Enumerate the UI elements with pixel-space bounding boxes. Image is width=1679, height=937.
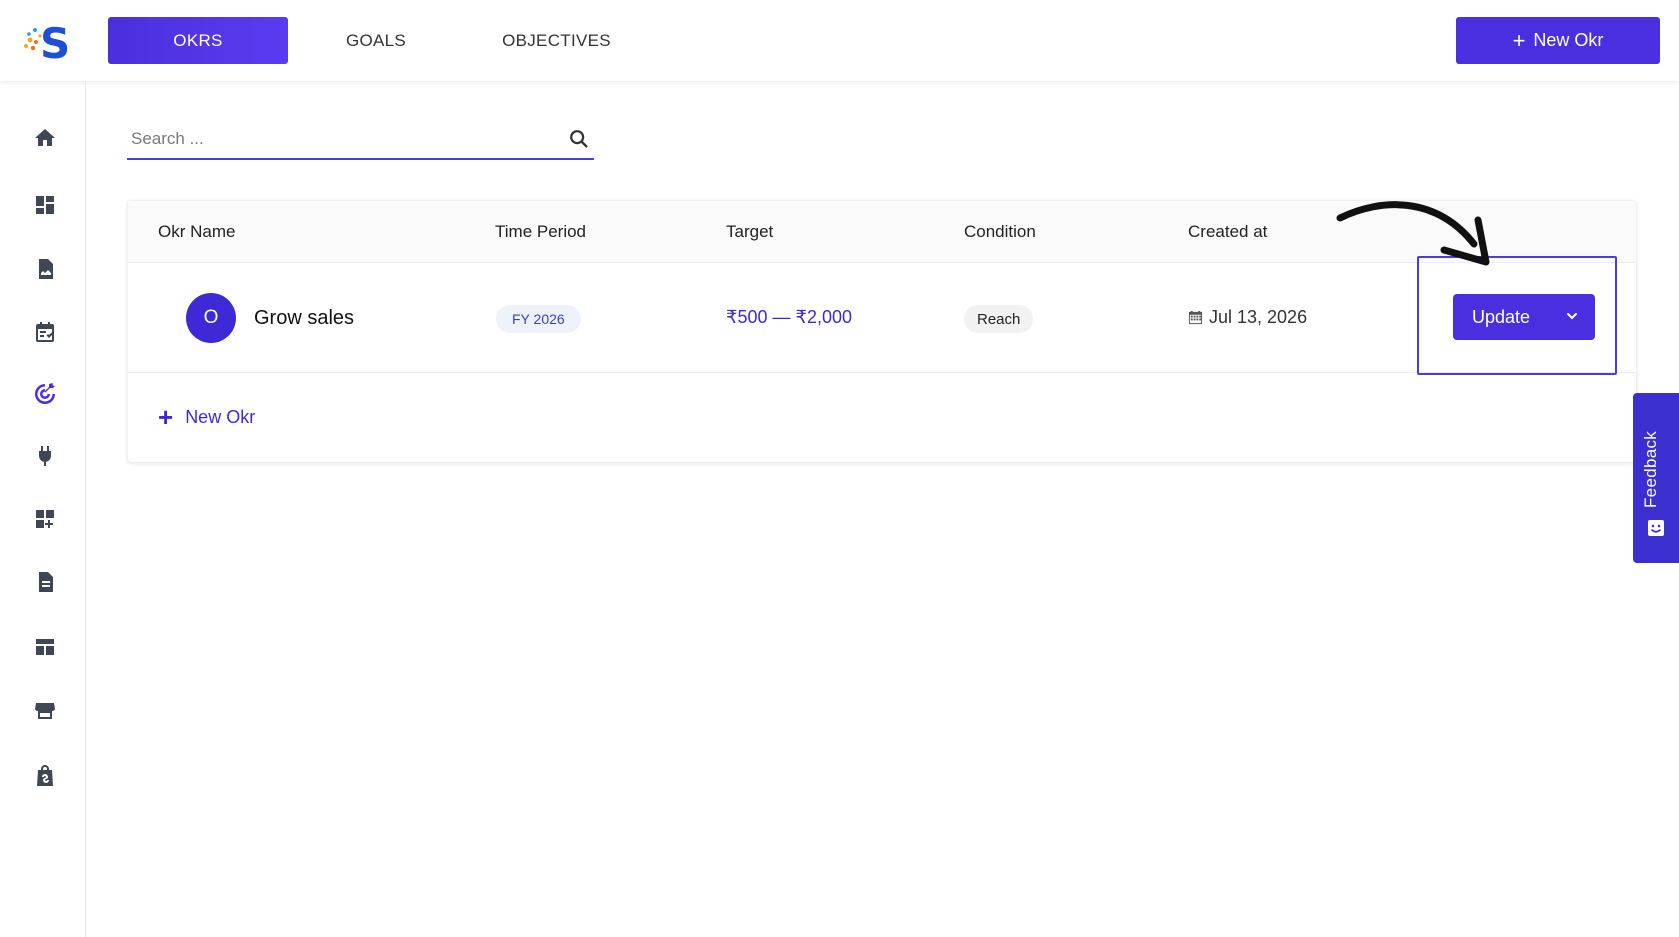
- target-range: ₹500 — ₹2,000: [726, 307, 852, 327]
- update-button-label: Update: [1472, 306, 1531, 327]
- update-button[interactable]: Update: [1453, 294, 1595, 340]
- search-bar: [127, 120, 594, 160]
- chevron-down-icon[interactable]: [1565, 309, 1579, 323]
- layout-icon[interactable]: [32, 634, 58, 660]
- search-input[interactable]: [131, 124, 551, 154]
- created-date: Jul 13, 2026: [1188, 307, 1307, 328]
- plus-icon: +: [1512, 27, 1526, 53]
- okr-name[interactable]: Grow sales: [254, 307, 354, 330]
- created-date-text: Jul 13, 2026: [1209, 307, 1308, 327]
- plus-icon: +: [158, 402, 174, 432]
- app-logo[interactable]: S: [20, 18, 74, 68]
- sidebar: [0, 81, 86, 937]
- calendar-icon: [1188, 310, 1203, 325]
- shopping-bag-icon[interactable]: [32, 763, 58, 789]
- tab-okrs[interactable]: OKRS: [108, 17, 288, 64]
- new-okr-button-label: New Okr: [1533, 30, 1604, 50]
- document-icon[interactable]: [32, 569, 58, 595]
- time-period-badge: FY 2026: [496, 305, 581, 333]
- smiley-icon: [1648, 520, 1664, 536]
- home-icon[interactable]: [32, 125, 58, 151]
- top-bar: S OKRS GOALS OBJECTIVES + New Okr: [0, 0, 1679, 81]
- feedback-label: Feedback: [1641, 430, 1660, 508]
- column-header-condition[interactable]: Condition: [964, 222, 1036, 242]
- table-row[interactable]: O Grow sales FY 2026 ₹500 — ₹2,000 Reach…: [128, 263, 1636, 373]
- new-okr-button[interactable]: + New Okr: [1456, 17, 1660, 64]
- store-icon[interactable]: [32, 698, 58, 724]
- add-new-okr-link[interactable]: + New Okr: [158, 404, 255, 430]
- svg-text:S: S: [40, 19, 70, 64]
- column-header-created-at[interactable]: Created at: [1188, 222, 1267, 242]
- dashboard-icon[interactable]: [32, 192, 58, 218]
- search-icon[interactable]: [568, 128, 590, 150]
- calendar-task-icon[interactable]: [32, 319, 58, 345]
- tab-objectives[interactable]: OBJECTIVES: [494, 17, 619, 64]
- avatar: O: [186, 293, 236, 343]
- annotation-arrow-icon: [1336, 201, 1490, 266]
- report-icon[interactable]: [32, 256, 58, 282]
- column-header-okr-name[interactable]: Okr Name: [158, 222, 235, 242]
- feedback-tab[interactable]: Feedback: [1633, 393, 1679, 563]
- add-widget-icon[interactable]: [32, 506, 58, 532]
- add-new-okr-label: New Okr: [185, 406, 256, 427]
- plug-icon[interactable]: [32, 443, 58, 469]
- column-header-target[interactable]: Target: [726, 222, 773, 242]
- target-icon[interactable]: [32, 381, 58, 407]
- tab-goals[interactable]: GOALS: [325, 17, 427, 64]
- column-header-time-period[interactable]: Time Period: [495, 222, 586, 242]
- condition-badge: Reach: [964, 305, 1034, 333]
